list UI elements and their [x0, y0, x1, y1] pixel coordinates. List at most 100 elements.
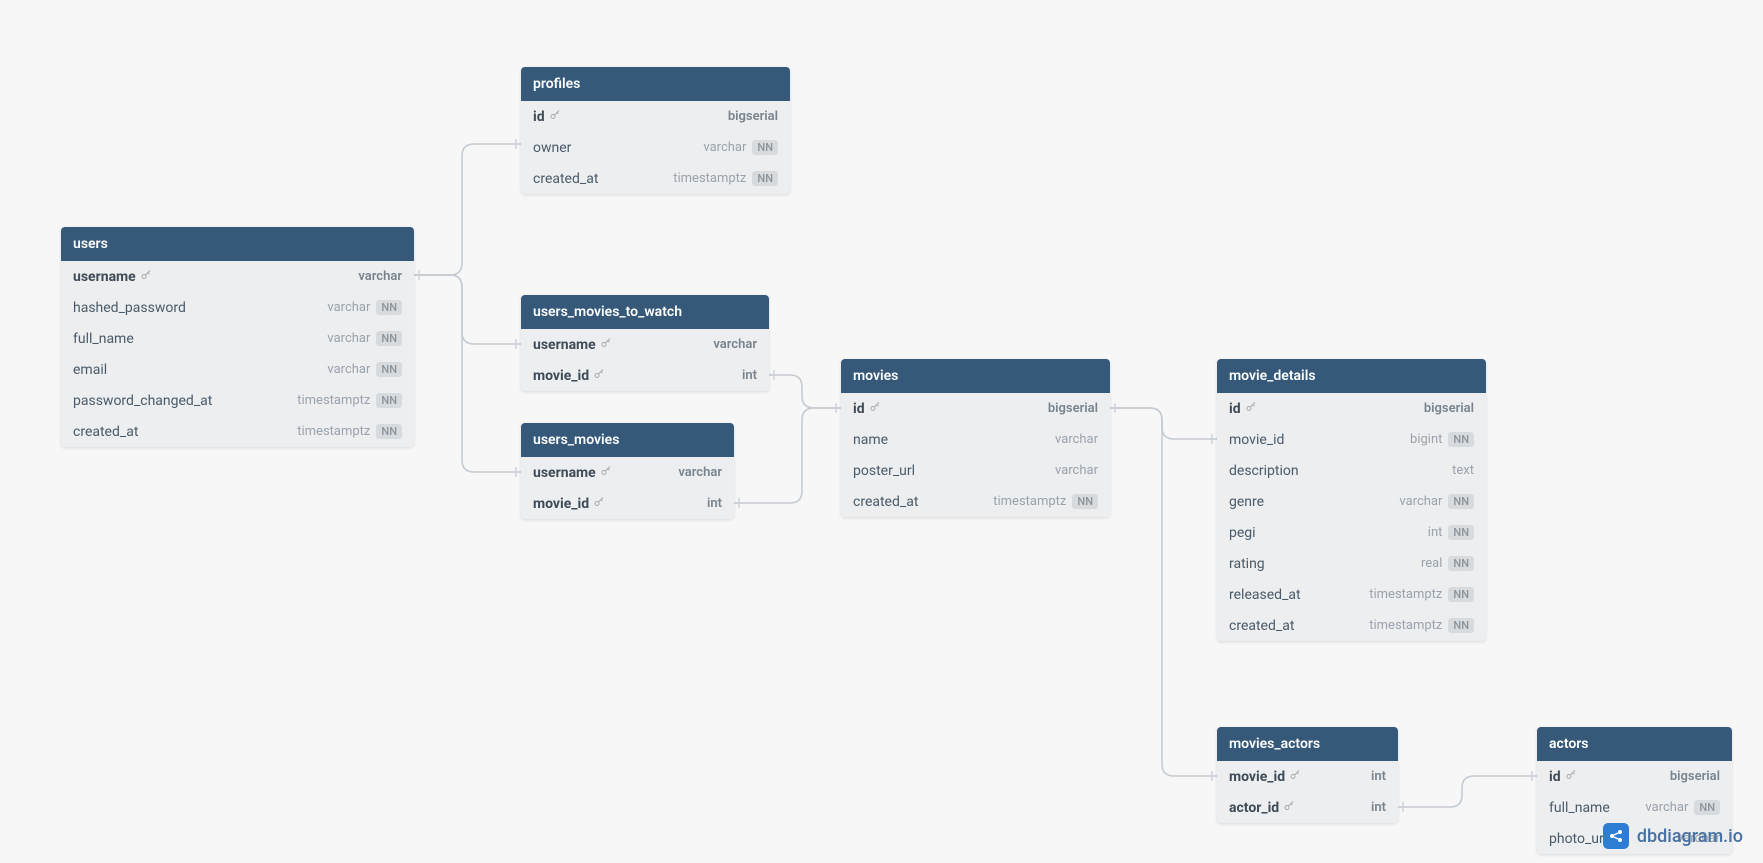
not-null-badge: NN	[1448, 525, 1474, 540]
column-name: movie_id	[533, 496, 605, 512]
column-type: timestamptzNN	[297, 424, 402, 439]
column-row[interactable]: ownervarcharNN	[521, 132, 790, 163]
column-type: timestamptzNN	[993, 494, 1098, 509]
column-row[interactable]: password_changed_at timestamptzNN	[61, 385, 414, 416]
column-row[interactable]: idbigserial	[841, 393, 1110, 424]
column-row[interactable]: poster_urlvarchar	[841, 455, 1110, 486]
column-name: created_at	[73, 424, 138, 440]
column-type: int	[742, 368, 757, 383]
column-row[interactable]: descriptiontext	[1217, 455, 1486, 486]
key-icon	[593, 496, 605, 512]
table-profiles[interactable]: profiles id bigserial ownervarcharNNcreated…	[521, 67, 790, 194]
column-row[interactable]: movie_id int	[521, 360, 769, 391]
column-name: username	[533, 337, 612, 353]
column-row[interactable]: created_at timestamptzNN	[841, 486, 1110, 517]
column-row[interactable]: hashed_passwordvarcharNN	[61, 292, 414, 323]
table-users[interactable]: usersusernamevarcharhashed_passwordvarch…	[61, 227, 414, 447]
column-name: hashed_password	[73, 300, 186, 316]
column-type: timestamptzNN	[1369, 587, 1474, 602]
column-row[interactable]: id bigserial	[521, 101, 790, 132]
not-null-badge: NN	[376, 362, 402, 377]
column-type: varchar	[678, 465, 722, 480]
column-name: created_at	[1229, 618, 1294, 634]
column-name: full_name	[1549, 800, 1610, 816]
column-name: movie_id	[1229, 432, 1284, 448]
column-name: poster_url	[853, 463, 915, 479]
column-row[interactable]: genre varcharNN	[1217, 486, 1486, 517]
table-header[interactable]: profiles	[521, 67, 790, 101]
column-row[interactable]: username varchar	[61, 261, 414, 292]
column-type: varchar	[358, 269, 402, 284]
not-null-badge: NN	[1072, 494, 1098, 509]
column-name: genre	[1229, 494, 1264, 510]
column-type: varcharNN	[1645, 800, 1720, 815]
table-header[interactable]: users	[61, 227, 414, 261]
column-row[interactable]: movie_idint	[1217, 761, 1398, 792]
table-movie_details[interactable]: movie_detailsid bigserial movie_idbigintNN…	[1217, 359, 1486, 641]
key-icon	[869, 401, 881, 417]
column-name: released_at	[1229, 587, 1301, 603]
column-type: varchar	[713, 337, 757, 352]
column-row[interactable]: ratingrealNN	[1217, 548, 1486, 579]
column-row[interactable]: username varchar	[521, 457, 734, 488]
column-name: password_changed_at	[73, 393, 212, 409]
column-type: int	[1371, 800, 1386, 815]
column-row[interactable]: released_at timestamptzNN	[1217, 579, 1486, 610]
key-icon	[1565, 769, 1577, 785]
column-name: movie_id	[533, 368, 605, 384]
column-name: pegi	[1229, 525, 1256, 541]
table-movies[interactable]: moviesidbigserialnamevarcharposter_urlva…	[841, 359, 1110, 517]
column-type: varcharNN	[1399, 494, 1474, 509]
column-type: varchar	[1055, 432, 1098, 447]
column-type: varcharNN	[327, 362, 402, 377]
column-row[interactable]: movie_idint	[521, 488, 734, 519]
not-null-badge: NN	[1448, 556, 1474, 571]
column-name: id	[1549, 769, 1577, 785]
column-row[interactable]: namevarchar	[841, 424, 1110, 455]
key-icon	[1289, 769, 1301, 785]
column-row[interactable]: created_attimestamptzNN	[521, 163, 790, 194]
table-users_movies[interactable]: users_movies username varchar movie_idint	[521, 423, 734, 519]
table-users_movies_to_watch[interactable]: users_movies_to_watch username varchar movi…	[521, 295, 769, 391]
diagram-canvas[interactable]: usersusernamevarcharhashed_passwordvarch…	[0, 0, 1763, 863]
column-row[interactable]: id bigserial	[1537, 761, 1732, 792]
table-header[interactable]: users_movies_to_watch	[521, 295, 769, 329]
column-row[interactable]: emailvarcharNN	[61, 354, 414, 385]
column-row[interactable]: id bigserial	[1217, 393, 1486, 424]
column-name: full_name	[73, 331, 134, 347]
not-null-badge: NN	[752, 140, 778, 155]
not-null-badge: NN	[752, 171, 778, 186]
column-type: bigserial	[728, 109, 778, 124]
column-name: id	[1229, 401, 1257, 417]
column-row[interactable]: created_at timestamptzNN	[61, 416, 414, 447]
column-row[interactable]: full_namevarcharNN	[61, 323, 414, 354]
column-row[interactable]: full_name varcharNN	[1537, 792, 1732, 823]
column-name: id	[533, 109, 561, 125]
not-null-badge: NN	[1448, 618, 1474, 633]
not-null-badge: NN	[1448, 587, 1474, 602]
key-icon	[549, 109, 561, 125]
column-name: username	[73, 269, 152, 285]
table-header[interactable]: actors	[1537, 727, 1732, 761]
column-name: username	[533, 465, 612, 481]
not-null-badge: NN	[376, 393, 402, 408]
table-movies_actors[interactable]: movies_actorsmovie_idintactor_idint	[1217, 727, 1398, 823]
column-type: timestamptzNN	[297, 393, 402, 408]
table-header[interactable]: movies_actors	[1217, 727, 1398, 761]
not-null-badge: NN	[376, 424, 402, 439]
column-type: bigserial	[1670, 769, 1720, 784]
column-name: id	[853, 401, 881, 417]
column-row[interactable]: movie_idbigintNN	[1217, 424, 1486, 455]
column-row[interactable]: created_attimestamptzNN	[1217, 610, 1486, 641]
column-name: created_at	[853, 494, 918, 510]
table-header[interactable]: movie_details	[1217, 359, 1486, 393]
column-row[interactable]: actor_idint	[1217, 792, 1398, 823]
column-row[interactable]: username varchar	[521, 329, 769, 360]
column-type: bigserial	[1424, 401, 1474, 416]
key-icon	[1245, 401, 1257, 417]
not-null-badge: NN	[1448, 494, 1474, 509]
table-header[interactable]: users_movies	[521, 423, 734, 457]
column-row[interactable]: pegiintNN	[1217, 517, 1486, 548]
table-header[interactable]: movies	[841, 359, 1110, 393]
column-type: varcharNN	[703, 140, 778, 155]
